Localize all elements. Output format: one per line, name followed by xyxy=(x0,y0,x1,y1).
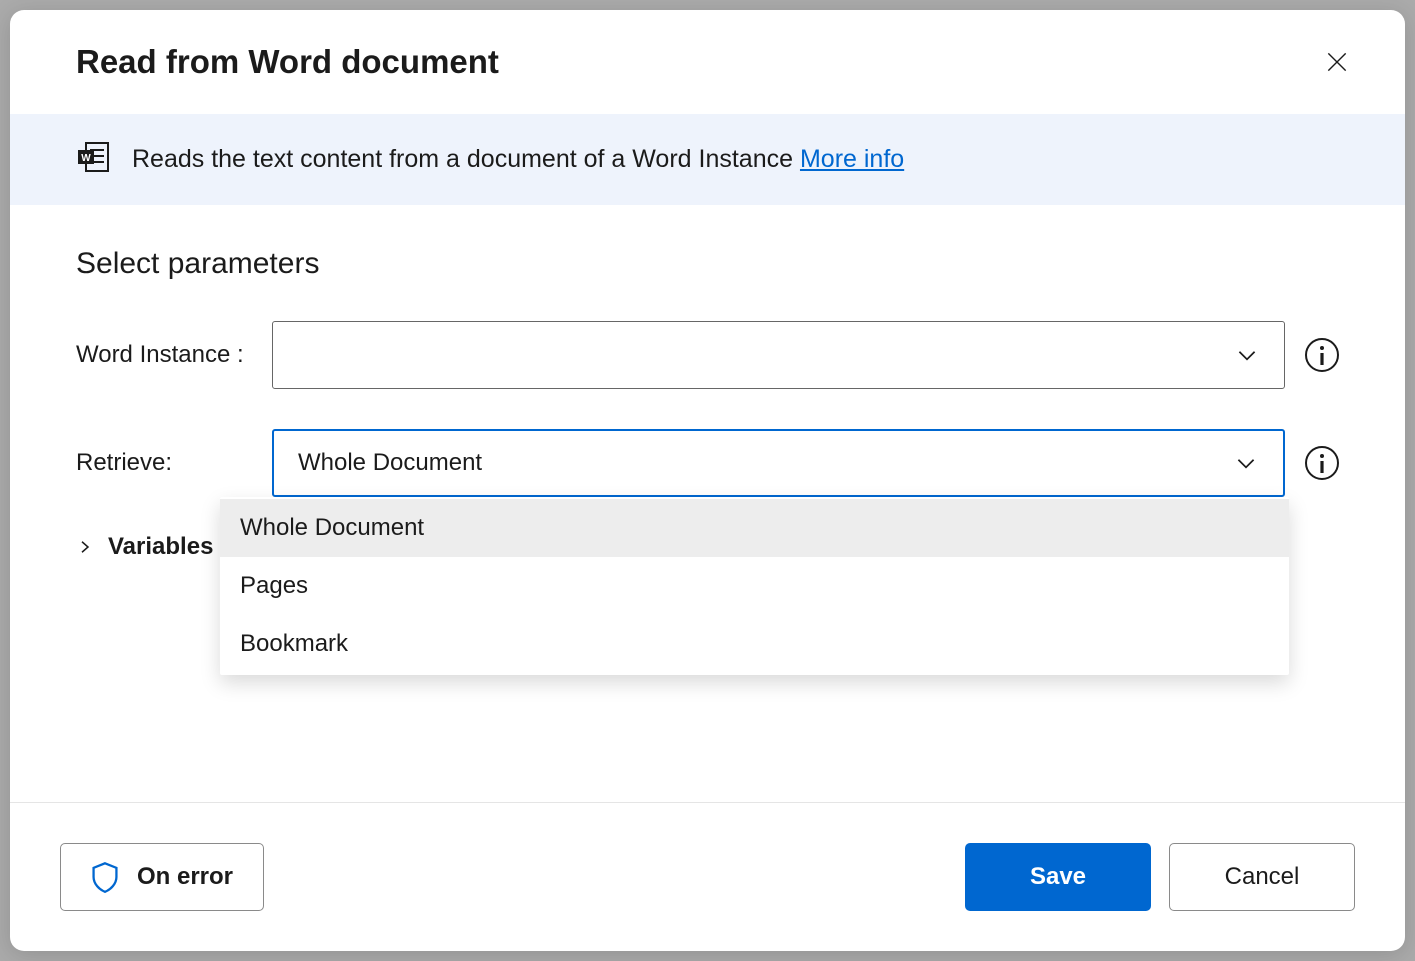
variables-label: Variables xyxy=(108,533,213,561)
dropdown-option-bookmark[interactable]: Bookmark xyxy=(220,615,1289,673)
close-button[interactable] xyxy=(1315,40,1359,84)
on-error-label: On error xyxy=(137,863,233,891)
close-icon xyxy=(1324,49,1350,75)
dialog: Read from Word document W Reads the text… xyxy=(10,10,1405,951)
dropdown-option-pages[interactable]: Pages xyxy=(220,557,1289,615)
retrieve-info-button[interactable] xyxy=(1305,446,1339,480)
cancel-button[interactable]: Cancel xyxy=(1169,843,1355,911)
dialog-header: Read from Word document xyxy=(10,10,1405,114)
shield-icon xyxy=(91,861,119,893)
chevron-down-icon xyxy=(1234,342,1260,368)
dialog-body: Select parameters Word Instance : Retrie… xyxy=(10,205,1405,802)
more-info-link[interactable]: More info xyxy=(800,145,904,173)
retrieve-label: Retrieve: xyxy=(76,449,272,477)
chevron-down-icon xyxy=(1233,450,1259,476)
word-instance-info-button[interactable] xyxy=(1305,338,1339,372)
info-icon xyxy=(1319,345,1325,365)
retrieve-dropdown: Whole Document Pages Bookmark xyxy=(220,497,1289,675)
dropdown-option-whole-document[interactable]: Whole Document xyxy=(220,499,1289,557)
retrieve-row: Retrieve: Whole Document Whole Document … xyxy=(76,429,1339,497)
save-button[interactable]: Save xyxy=(965,843,1151,911)
word-instance-label: Word Instance : xyxy=(76,341,272,369)
banner-text: Reads the text content from a document o… xyxy=(132,145,904,174)
info-banner: W Reads the text content from a document… xyxy=(10,114,1405,205)
retrieve-select[interactable]: Whole Document xyxy=(272,429,1285,497)
word-instance-select[interactable] xyxy=(272,321,1285,389)
dialog-title: Read from Word document xyxy=(76,43,499,81)
word-document-icon: W xyxy=(76,140,110,179)
svg-text:W: W xyxy=(81,153,91,164)
variables-toggle[interactable]: Variables xyxy=(76,533,213,561)
info-icon xyxy=(1319,453,1325,473)
chevron-right-icon xyxy=(76,538,94,556)
footer-actions: Save Cancel xyxy=(965,843,1355,911)
retrieve-value: Whole Document xyxy=(298,449,482,477)
dialog-footer: On error Save Cancel xyxy=(10,802,1405,951)
section-title: Select parameters xyxy=(76,247,1339,281)
banner-description: Reads the text content from a document o… xyxy=(132,145,793,173)
word-instance-row: Word Instance : xyxy=(76,321,1339,389)
on-error-button[interactable]: On error xyxy=(60,843,264,911)
